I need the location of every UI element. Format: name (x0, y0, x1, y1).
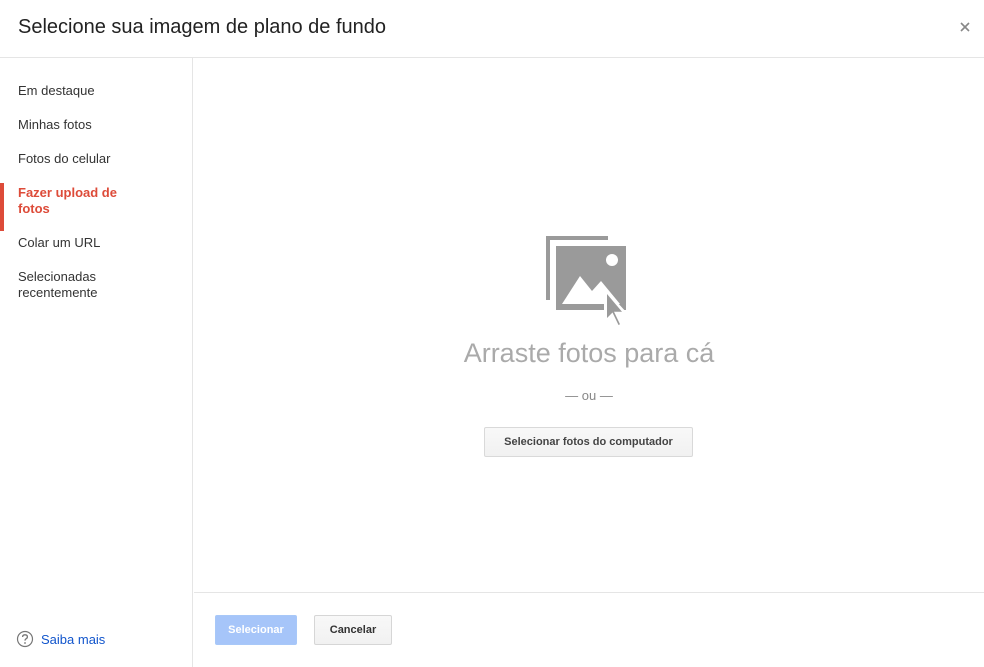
help-link[interactable]: Saiba mais (16, 630, 105, 648)
sidebar-item-label: Fazer upload de fotos (18, 185, 117, 216)
dialog-header: Selecione sua imagem de plano de fundo (0, 0, 984, 58)
sidebar-item-colar-url[interactable]: Colar um URL (0, 235, 192, 251)
sidebar-item-minhas-fotos[interactable]: Minhas fotos (0, 117, 192, 133)
select-from-computer-button[interactable]: Selecionar fotos do computador (484, 427, 693, 457)
sidebar: Em destaque Minhas fotos Fotos do celula… (0, 58, 193, 667)
sidebar-item-fotos-do-celular[interactable]: Fotos do celular (0, 151, 192, 167)
dialog-footer: Selecionar Cancelar (194, 592, 984, 667)
help-link-label: Saiba mais (41, 631, 106, 647)
sidebar-item-selecionadas-recentemente[interactable]: Selecionadas recentemente (0, 269, 192, 301)
sidebar-item-label: Em destaque (18, 83, 95, 98)
cancel-button[interactable]: Cancelar (314, 615, 392, 645)
upload-drop-zone[interactable]: Arraste fotos para cá — ou — Selecionar … (194, 58, 984, 592)
drop-instructions: Arraste fotos para cá (463, 338, 715, 368)
or-separator: — ou — (565, 388, 613, 403)
sidebar-item-label: Selecionadas recentemente (18, 269, 98, 300)
sidebar-item-label: Fotos do celular (18, 151, 111, 166)
dialog-title: Selecione sua imagem de plano de fundo (18, 16, 387, 38)
sidebar-item-em-destaque[interactable]: Em destaque (0, 83, 192, 99)
help-circle-icon (16, 630, 34, 648)
photo-upload-icon (546, 236, 628, 330)
sidebar-item-label: Minhas fotos (18, 117, 92, 132)
sidebar-item-fazer-upload[interactable]: Fazer upload de fotos (0, 183, 192, 231)
close-button[interactable] (956, 18, 974, 36)
select-button[interactable]: Selecionar (215, 615, 297, 645)
sidebar-item-label: Colar um URL (18, 235, 101, 250)
close-icon (960, 22, 970, 32)
